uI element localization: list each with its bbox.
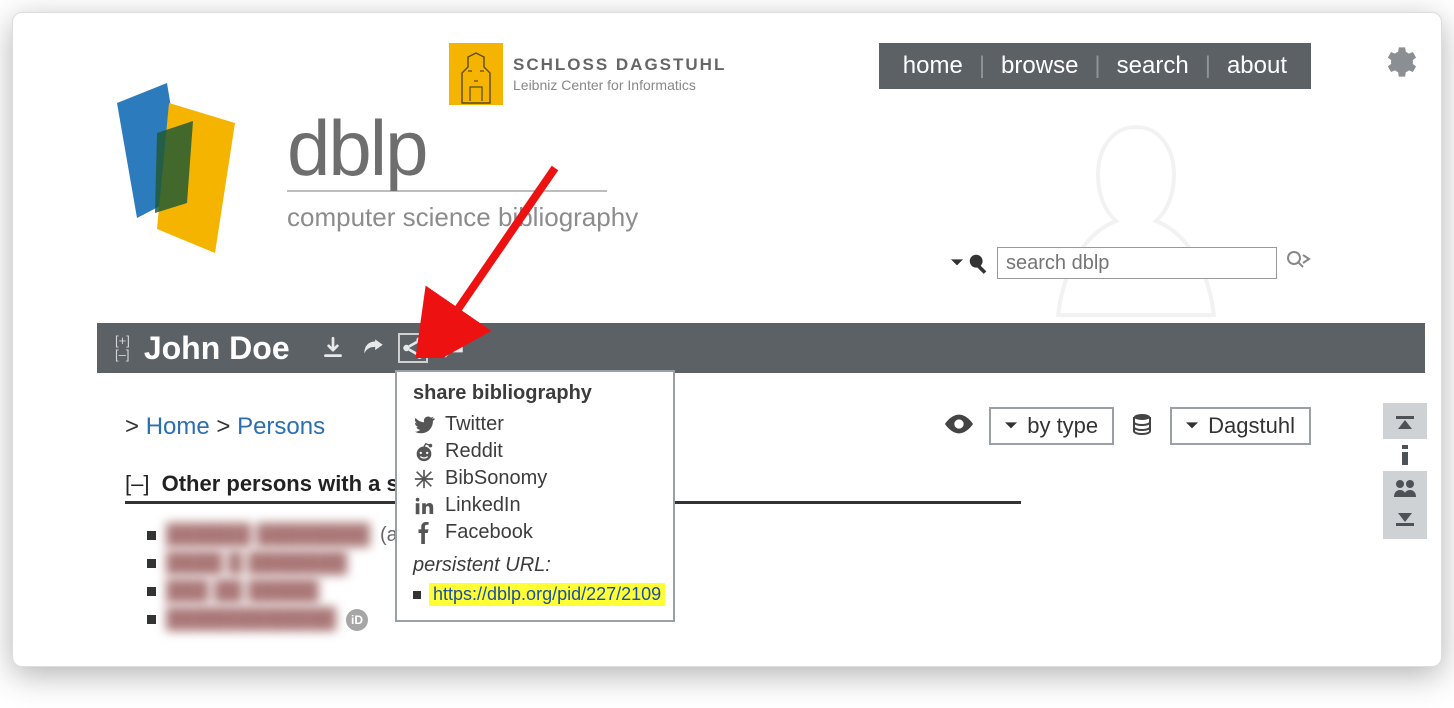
- share-icon[interactable]: [400, 335, 426, 361]
- person-name-blurred: ███ ██ █████: [166, 580, 319, 603]
- top-nav: home| browse| search| about: [879, 43, 1311, 89]
- share-title: share bibliography: [413, 382, 657, 405]
- twitter-icon: [413, 414, 435, 436]
- share-facebook[interactable]: Facebook: [413, 519, 657, 546]
- search-container: [951, 247, 1311, 279]
- visibility-icon[interactable]: [945, 414, 973, 439]
- linkedin-icon: [413, 495, 435, 517]
- breadcrumb-persons[interactable]: Persons: [237, 413, 325, 440]
- nav-about[interactable]: about: [1227, 52, 1287, 80]
- dblp-logo[interactable]: dblp computer science bibliography: [97, 73, 638, 273]
- download-icon[interactable]: [320, 335, 346, 361]
- search-options-toggle[interactable]: [951, 252, 989, 274]
- share-bibsonomy[interactable]: BibSonomy: [413, 465, 657, 492]
- bibsonomy-icon: [413, 468, 435, 490]
- nav-browse[interactable]: browse: [1001, 52, 1078, 80]
- gear-icon[interactable]: [1379, 43, 1417, 86]
- bullet-icon: [147, 559, 156, 568]
- export-icon[interactable]: [360, 335, 386, 361]
- magnifier-icon: [967, 252, 989, 274]
- person-name-blurred: ████████████: [166, 608, 336, 631]
- search-input[interactable]: [997, 247, 1277, 279]
- rail-coauthors-icon[interactable]: [1383, 473, 1427, 503]
- subsection-toggle[interactable]: [–]: [125, 471, 149, 496]
- person-header: [+] [–] John Doe: [97, 323, 1425, 373]
- search-go-icon[interactable]: [1285, 249, 1311, 278]
- rail-top-icon[interactable]: [1383, 409, 1427, 437]
- nav-search[interactable]: search: [1117, 52, 1189, 80]
- logo-name: dblp: [287, 113, 638, 183]
- bullet-icon: [147, 587, 156, 596]
- chevron-down-icon: [1186, 420, 1198, 432]
- chevron-down-icon: [1005, 420, 1017, 432]
- share-reddit[interactable]: Reddit: [413, 438, 657, 465]
- logo-tagline: computer science bibliography: [287, 202, 638, 233]
- orcid-icon: iD: [346, 609, 368, 631]
- share-twitter[interactable]: Twitter: [413, 411, 657, 438]
- share-dropdown: share bibliography Twitter Reddit BibSon…: [395, 370, 675, 622]
- view-controls: by type Dagstuhl: [945, 407, 1311, 445]
- person-name: John Doe: [144, 330, 290, 367]
- sidebar-rail: [1383, 403, 1427, 539]
- person-name-blurred: ██████ ████████: [166, 524, 370, 547]
- comment-icon[interactable]: [440, 335, 466, 361]
- dblp-mark-icon: [97, 73, 257, 273]
- facebook-icon: [413, 522, 435, 544]
- person-name-blurred: ████ █ ███████: [166, 552, 347, 575]
- reddit-icon: [413, 441, 435, 463]
- bullet-icon: [147, 531, 156, 540]
- dagstuhl-line1: SCHLOSS DAGSTUHL: [513, 55, 726, 75]
- breadcrumb: > Home > Persons: [125, 413, 325, 441]
- breadcrumb-home[interactable]: Home: [146, 413, 210, 440]
- rail-bottom-icon[interactable]: [1383, 505, 1427, 533]
- chevron-down-icon: [951, 257, 963, 269]
- bullet-icon: [147, 615, 156, 624]
- rail-info-icon[interactable]: [1383, 439, 1427, 471]
- bullet-icon: [413, 591, 421, 599]
- persistent-url-label: persistent URL:: [413, 554, 657, 577]
- persistent-url[interactable]: https://dblp.org/pid/227/2109: [413, 583, 657, 606]
- sort-dropdown[interactable]: by type: [989, 407, 1114, 445]
- database-icon[interactable]: [1130, 412, 1154, 441]
- avatar-silhouette-icon: [1041, 117, 1231, 347]
- expand-collapse-toggle[interactable]: [+] [–]: [115, 334, 130, 361]
- share-linkedin[interactable]: LinkedIn: [413, 492, 657, 519]
- nav-home[interactable]: home: [903, 52, 963, 80]
- mirror-dropdown[interactable]: Dagstuhl: [1170, 407, 1311, 445]
